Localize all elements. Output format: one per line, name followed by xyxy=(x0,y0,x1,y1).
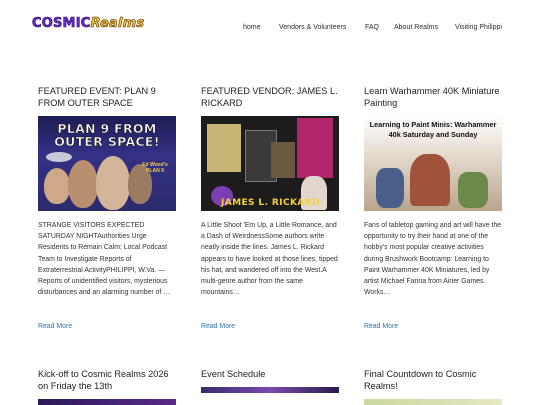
miniature-illustration xyxy=(376,168,404,208)
post-excerpt: A Little Shoot 'Em Up, a Little Romance,… xyxy=(201,222,338,297)
nav-home[interactable]: home xyxy=(243,24,261,31)
post-image-warhammer[interactable]: Learning to Paint Minis: Warhammer 40k S… xyxy=(364,116,502,211)
post-title[interactable]: Learn Warhammer 40K Miniature Painting xyxy=(364,85,502,109)
book-cover-illustration xyxy=(271,142,295,178)
post-excerpt: STRANGE VISITORS EXPECTED SATURDAY NIGHT… xyxy=(38,222,171,297)
book-cover-illustration xyxy=(207,124,241,172)
face-illustration xyxy=(68,160,98,208)
site-header: COSMICRealms home Vendors & Volunteers F… xyxy=(0,0,540,62)
post-card-final-countdown: Final Countdown to Cosmic Realms! xyxy=(364,368,502,405)
post-title[interactable]: Kick-off to Cosmic Realms 2026 on Friday… xyxy=(38,368,176,392)
miniature-illustration xyxy=(458,172,488,208)
post-image-countdown[interactable] xyxy=(364,399,502,405)
ufo-illustration xyxy=(46,152,72,162)
book-cover-illustration xyxy=(297,118,333,178)
post-title[interactable]: FEATURED VENDOR: JAMES L. RICKARD xyxy=(201,85,339,109)
image-heading-text: Learning to Paint Minis: Warhammer 40k S… xyxy=(369,120,497,139)
post-title[interactable]: Event Schedule xyxy=(201,368,339,380)
image-heading-text: JAMES L. RICKARD xyxy=(221,198,320,208)
nav-visiting-philippi[interactable]: Visiting Philippi xyxy=(455,24,502,31)
post-card-plan9: FEATURED EVENT: PLAN 9 FROM OUTER SPACE … xyxy=(38,85,176,330)
read-more-link[interactable]: Read More xyxy=(38,323,72,330)
miniature-illustration xyxy=(410,154,450,206)
post-image-rickard[interactable]: JAMES L. RICKARD xyxy=(201,116,339,211)
post-excerpt: Fans of tabletop gaming and art will hav… xyxy=(364,222,502,297)
image-heading-text: PLAN 9 FROM OUTER SPACE! xyxy=(54,121,160,149)
face-illustration xyxy=(96,156,130,210)
read-more-link[interactable]: Read More xyxy=(364,323,398,330)
post-image-schedule[interactable] xyxy=(201,387,339,393)
face-illustration xyxy=(44,168,70,204)
post-card-kickoff: Kick-off to Cosmic Realms 2026 on Friday… xyxy=(38,368,176,405)
logo-part-cosmic: COSMIC xyxy=(32,16,91,32)
read-more-link[interactable]: Read More xyxy=(201,323,235,330)
post-card-james-rickard: FEATURED VENDOR: JAMES L. RICKARD JAMES … xyxy=(201,85,339,330)
image-badge-text: Ed Wood's PLAN 9 xyxy=(142,162,168,174)
post-card-warhammer: Learn Warhammer 40K Miniature Painting L… xyxy=(364,85,502,330)
post-image-kickoff[interactable] xyxy=(38,399,176,405)
nav-vendors-volunteers[interactable]: Vendors & Volunteers xyxy=(279,24,346,31)
post-title[interactable]: FEATURED EVENT: PLAN 9 FROM OUTER SPACE xyxy=(38,85,176,109)
nav-about-realms[interactable]: About Realms xyxy=(394,24,438,31)
logo-part-realms: Realms xyxy=(90,16,145,32)
site-logo[interactable]: COSMICRealms xyxy=(32,16,145,32)
nav-faq[interactable]: FAQ xyxy=(365,24,379,31)
post-image-plan9[interactable]: PLAN 9 FROM OUTER SPACE! Ed Wood's PLAN … xyxy=(38,116,176,211)
post-card-event-schedule: Event Schedule xyxy=(201,368,339,393)
post-title[interactable]: Final Countdown to Cosmic Realms! xyxy=(364,368,502,392)
